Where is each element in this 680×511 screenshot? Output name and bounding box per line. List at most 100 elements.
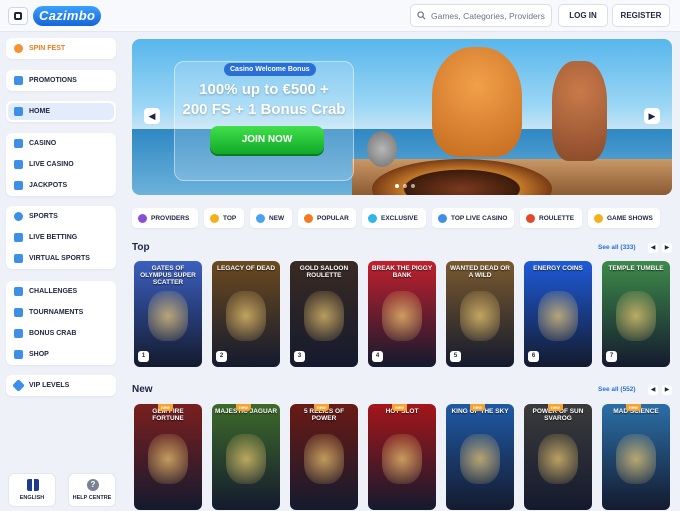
chevron-left-icon[interactable]: ◀ [648,243,658,253]
carousel-dot[interactable] [403,184,407,188]
sidebar-item-label: SHOP [29,351,49,358]
sidebar-item-casino[interactable]: CASINO [6,133,116,154]
game-tile[interactable]: Mad Science new [602,404,670,510]
game-tile[interactable]: King of the Sky new [446,404,514,510]
uk-flag-icon [27,479,39,491]
chip-new[interactable]: NEW [250,208,292,228]
game-tile[interactable]: Temple Tumble 7 [602,261,670,367]
sidebar-item-label: SPIN FEST [29,45,66,52]
game-artwork [382,434,422,484]
search-input[interactable] [431,10,549,21]
game-artwork [148,434,188,484]
providers-icon [138,213,147,223]
chevron-left-icon[interactable]: ◀ [144,108,160,124]
join-now-button[interactable]: JOIN NOW [210,126,324,154]
sidebar-item-home[interactable]: HOME [8,103,114,120]
sidebar-item-label: PROMOTIONS [29,77,77,84]
chip-providers[interactable]: PROVIDERS [132,208,198,228]
sidebar-item-shop[interactable]: SHOP [6,344,116,365]
game-tile[interactable]: Wanted Dead or a Wild 5 [446,261,514,367]
game-artwork [226,291,266,341]
chevron-right-icon[interactable]: ▶ [644,108,660,124]
carousel-dot[interactable] [395,184,399,188]
game-tile[interactable]: Gates of Olympus Super Scatter 1 [134,261,202,367]
sidebar-item-live-betting[interactable]: LIVE BETTING [6,227,116,248]
chip-label: TOP [223,214,237,222]
sidebar-item-live-casino[interactable]: LIVE CASINO [6,154,116,175]
help-icon: ? [87,479,99,491]
chip-label: NEW [269,214,285,222]
game-artwork [616,434,656,484]
chip-top[interactable]: TOP [204,208,244,228]
game-tile[interactable]: Majestic Jaguar new [212,404,280,510]
sidebar-group-home: HOME [6,101,116,122]
carousel-dot[interactable] [411,184,415,188]
sidebar-item-label: VIP LEVELS [29,382,70,389]
sidebar-toggle-icon[interactable] [8,7,28,25]
new-badge: new [158,404,173,411]
chip-label: GAME SHOWS [607,214,653,222]
sidebar-item-label: JACKPOTS [29,182,68,189]
rank-badge: 7 [606,351,617,362]
logo[interactable]: Cazimbo [33,6,102,26]
game-tile[interactable]: Legacy of Dead 2 [212,261,280,367]
chip-top-live-casino[interactable]: TOP LIVE CASINO [432,208,514,228]
rank-badge: 5 [450,351,461,362]
help-centre-button[interactable]: ? HELP CENTRE [68,473,116,507]
chevron-right-icon[interactable]: ▶ [662,385,672,395]
game-tile[interactable]: Break the Piggy Bank 4 [368,261,436,367]
game-tile[interactable]: Gold Saloon Roulette 3 [290,261,358,367]
roulette-icon [526,213,535,223]
crab-icon [14,329,23,338]
sidebar-item-challenges[interactable]: CHALLENGES [6,281,116,302]
sidebar-item-label: BONUS CRAB [29,330,77,337]
sidebar: SPIN FEST PROMOTIONS HOME CASINO LIVE CA… [0,32,124,511]
new-badge: new [314,404,329,411]
game-tile[interactable]: Hot Slot new [368,404,436,510]
rank-badge: 1 [138,351,149,362]
chip-popular[interactable]: POPULAR [298,208,356,228]
sidebar-item-spin-fest[interactable]: SPIN FEST [6,38,116,59]
section-title-new: New [132,384,153,395]
game-title: Temple Tumble [608,265,664,272]
promo-card [174,61,354,181]
sidebar-item-virtual-sports[interactable]: VIRTUAL SPORTS [6,248,116,269]
sidebar-item-label: LIVE BETTING [29,234,78,241]
game-tile[interactable]: Energy Coins 6 [524,261,592,367]
register-button[interactable]: REGISTER [612,4,670,27]
see-all-new-link[interactable]: See all (552) [598,386,636,393]
chip-label: EXCLUSIVE [381,214,418,222]
live-casino-icon [438,213,447,223]
sidebar-item-tournaments[interactable]: TOURNAMENTS [6,302,116,323]
login-button[interactable]: LOG IN [558,4,608,27]
category-chips: PROVIDERS TOP NEW POPULAR EXCLUSIVE TOP … [132,208,672,228]
language-button[interactable]: ENGLISH [8,473,56,507]
sidebar-item-vip-levels[interactable]: VIP LEVELS [6,375,116,396]
game-tile[interactable]: Power of Sun Svarog new [524,404,592,510]
chip-label: ROULETTE [539,214,575,222]
chip-exclusive[interactable]: EXCLUSIVE [362,208,426,228]
hero-banner[interactable]: Casino Welcome Bonus 100% up to €500 + 2… [132,39,672,195]
game-tile[interactable]: Gem Fire Fortune new [134,404,202,510]
sidebar-group-spin: SPIN FEST [6,38,116,59]
game-title: Gates of Olympus Super Scatter [140,265,196,286]
chevron-right-icon[interactable]: ▶ [662,243,672,253]
sidebar-item-label: TOURNAMENTS [29,309,84,316]
chevron-left-icon[interactable]: ◀ [648,385,658,395]
sidebar-item-bonus-crab[interactable]: BONUS CRAB [6,323,116,344]
see-all-top-link[interactable]: See all (333) [598,244,636,251]
search-icon [417,11,426,20]
promo-headline-2: 200 FS + 1 Bonus Crab [182,101,346,118]
trophy-icon [14,308,23,317]
sidebar-item-jackpots[interactable]: JACKPOTS [6,175,116,196]
game-tile[interactable]: 5 Relics of Power new [290,404,358,510]
sidebar-item-promotions[interactable]: PROMOTIONS [6,70,116,91]
sidebar-item-sports[interactable]: SPORTS [6,206,116,227]
chip-roulette[interactable]: ROULETTE [520,208,582,228]
game-artwork [460,434,500,484]
game-title: Legacy of Dead [216,265,276,272]
sidebar-item-label: CASINO [29,140,57,147]
chip-game-shows[interactable]: GAME SHOWS [588,208,660,228]
gamepad-icon [14,254,23,263]
search-box[interactable] [410,4,552,27]
